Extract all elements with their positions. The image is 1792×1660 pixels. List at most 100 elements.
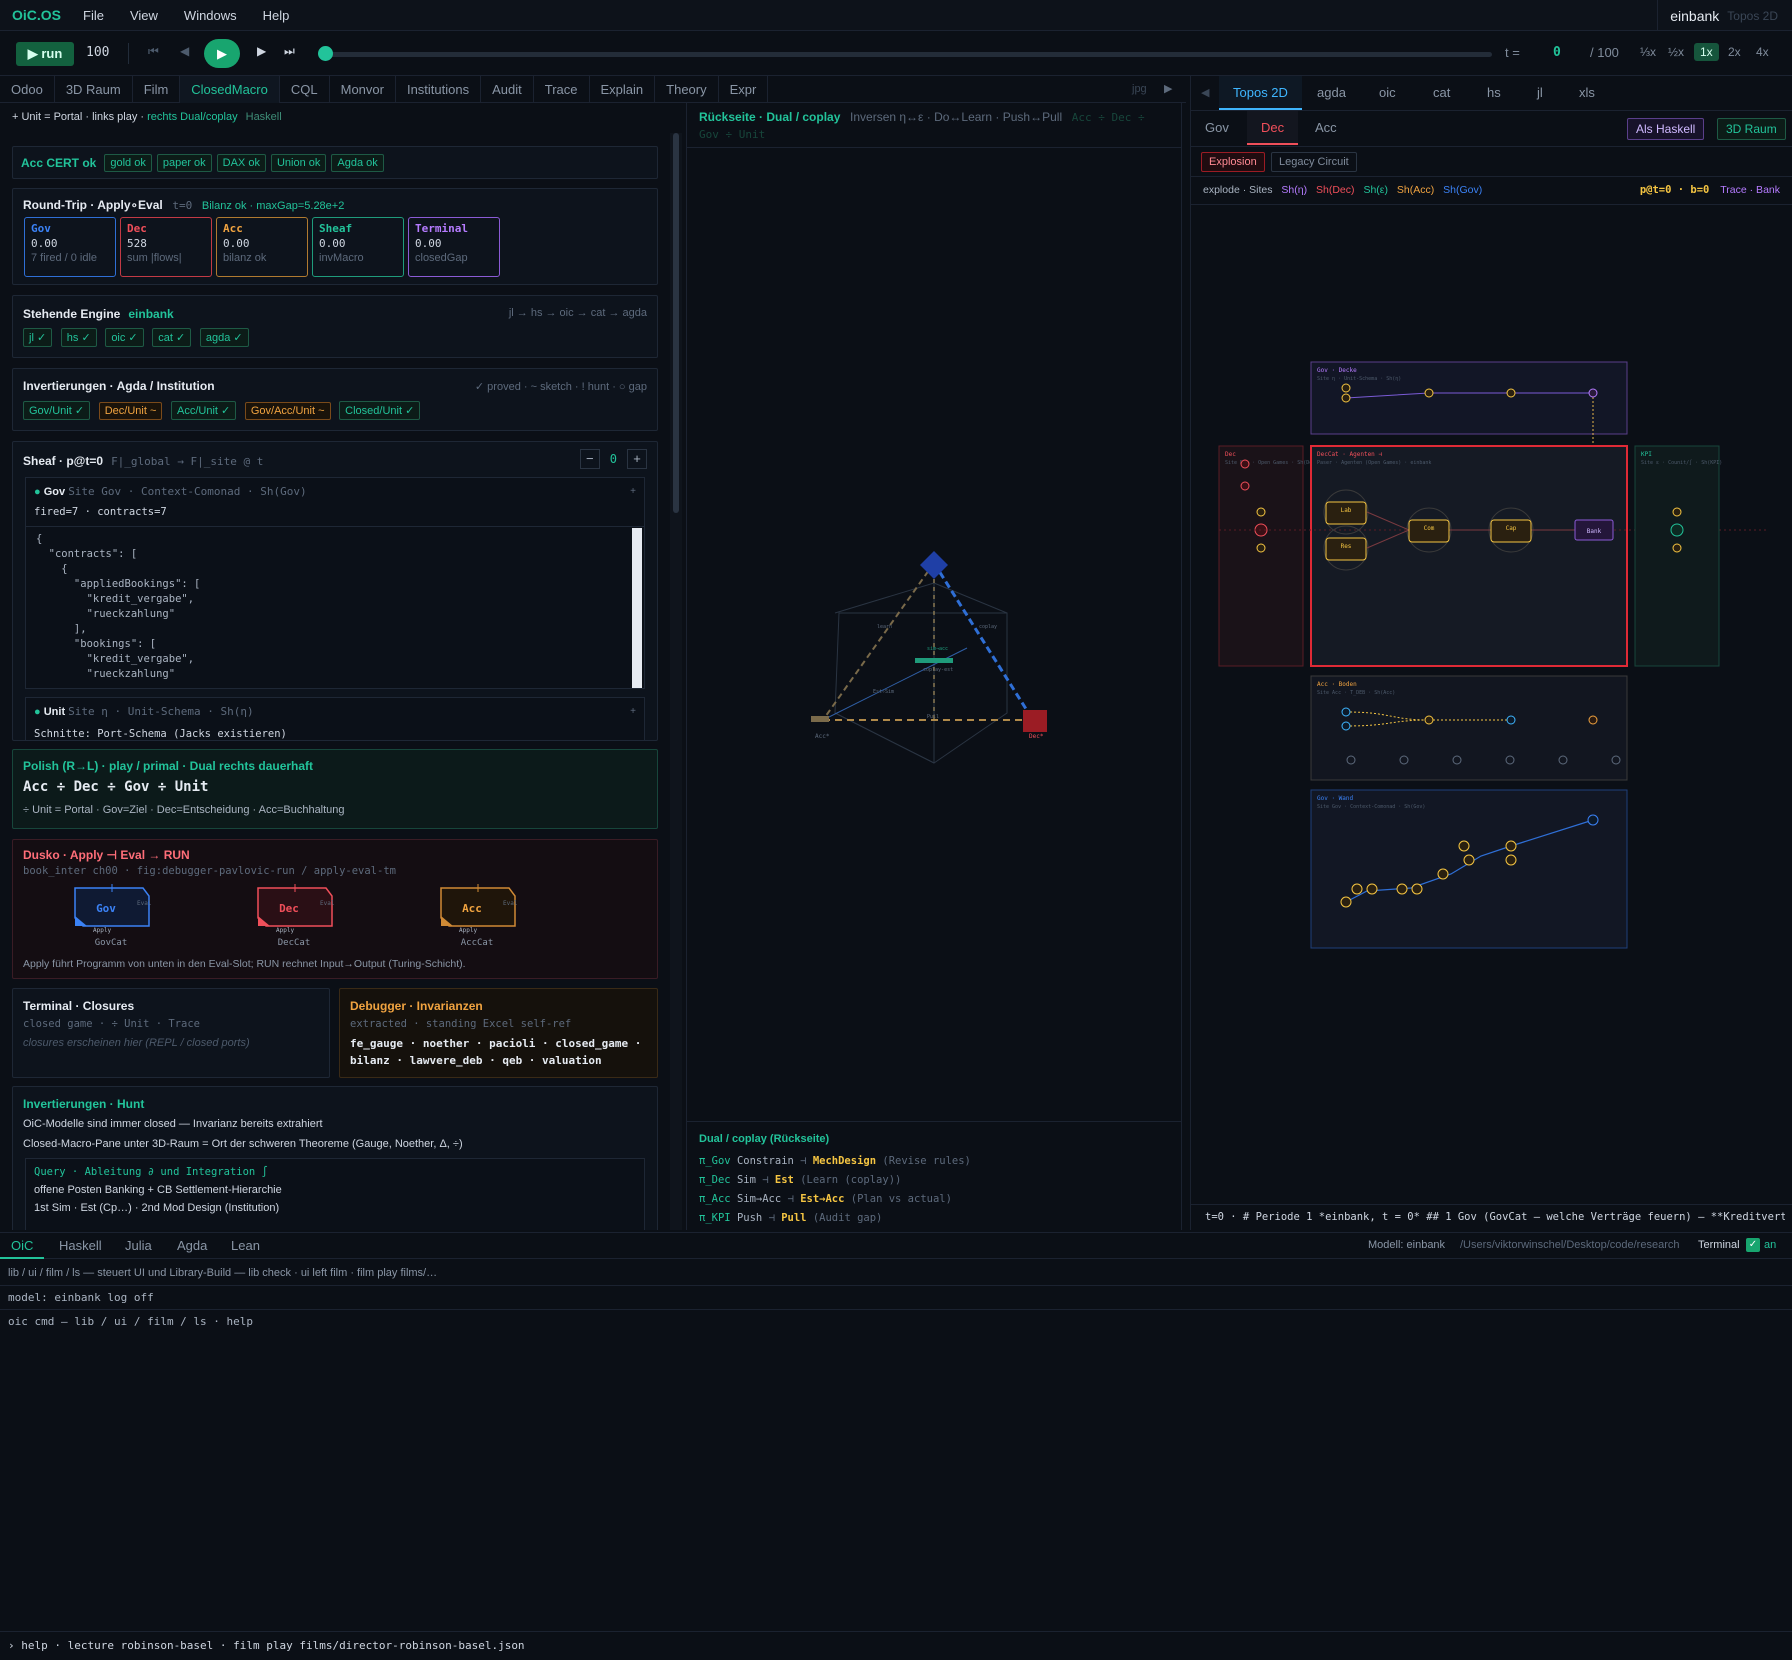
chip-oic[interactable]: oic ✓	[105, 328, 144, 347]
chip-acc-unit[interactable]: Acc/Unit ✓	[171, 401, 237, 420]
gov-deck-panel[interactable]	[1310, 361, 1628, 435]
tab-trace[interactable]: Trace	[534, 76, 590, 103]
chip-agda-engine[interactable]: agda ✓	[199, 328, 249, 347]
node[interactable]	[1424, 715, 1434, 725]
node[interactable]	[1506, 715, 1516, 725]
chip-cat[interactable]: cat ✓	[152, 328, 192, 347]
json-scrollbar[interactable]	[632, 528, 642, 688]
menu-windows[interactable]: Windows	[184, 8, 237, 23]
speed-third[interactable]: ⅓x	[1640, 45, 1656, 59]
subtab-gov[interactable]: Gov	[1191, 111, 1243, 145]
subtab-acc[interactable]: Acc	[1301, 111, 1351, 145]
node[interactable]	[1341, 393, 1351, 403]
node[interactable]	[1256, 507, 1266, 517]
unit-expand-icon[interactable]: +	[630, 706, 636, 717]
node[interactable]	[1240, 481, 1250, 491]
node[interactable]	[1340, 896, 1352, 908]
node[interactable]	[1672, 543, 1682, 553]
chip-gov-unit[interactable]: Gov/Unit ✓	[23, 401, 91, 420]
chip-agda[interactable]: Agda ok	[331, 153, 384, 172]
node[interactable]	[1505, 854, 1517, 866]
timeline-track[interactable]	[324, 52, 1492, 57]
node[interactable]	[1437, 868, 1449, 880]
tab-agda[interactable]: agda	[1303, 76, 1360, 110]
node[interactable]	[1240, 459, 1250, 469]
gov-wand-panel[interactable]	[1310, 789, 1628, 949]
menu-view[interactable]: View	[130, 8, 158, 23]
node[interactable]	[1341, 721, 1351, 731]
node[interactable]	[1424, 388, 1434, 398]
legacy-circuit-button[interactable]: Legacy Circuit	[1271, 152, 1357, 172]
as-haskell-button[interactable]: Als Haskell	[1627, 118, 1705, 140]
tab-explain[interactable]: Explain	[590, 76, 656, 103]
tab-audit[interactable]: Audit	[481, 76, 534, 103]
node[interactable]	[1341, 383, 1351, 393]
node[interactable]	[1341, 707, 1351, 717]
dec-panel[interactable]	[1218, 445, 1304, 667]
tab-cql[interactable]: CQL	[280, 76, 330, 103]
node[interactable]	[1587, 814, 1599, 826]
tab-xls[interactable]: xls	[1565, 76, 1609, 110]
chip-closed-unit[interactable]: Closed/Unit ✓	[339, 401, 421, 420]
speed-1x[interactable]: 1x	[1694, 43, 1719, 61]
tab-jl[interactable]: jl	[1523, 76, 1557, 110]
node[interactable]	[1458, 840, 1470, 852]
console-tab-agda[interactable]: Agda	[166, 1233, 218, 1259]
node[interactable]	[1672, 507, 1682, 517]
speed-2x[interactable]: 2x	[1728, 45, 1741, 59]
tab-topos-2d[interactable]: Topos 2D	[1219, 76, 1302, 110]
tab-odoo[interactable]: Odoo	[0, 76, 55, 103]
trace-bank-link[interactable]: Trace · Bank	[1720, 184, 1780, 196]
play-button[interactable]: ▶	[204, 39, 240, 68]
chip-gov-acc-unit[interactable]: Gov/Acc/Unit ~	[244, 402, 331, 420]
box-dec[interactable]: Dec 528 sum |flows|	[120, 217, 212, 277]
gov-expand-icon[interactable]: +	[630, 486, 636, 497]
console-tab-oic[interactable]: OiC	[0, 1233, 45, 1259]
tab-monvor[interactable]: Monvor	[330, 76, 396, 103]
skip-start-icon[interactable]: ⏮	[148, 44, 159, 59]
run-button[interactable]: ▶ run	[16, 42, 74, 66]
console-tab-haskell[interactable]: Haskell	[48, 1233, 113, 1259]
box-gov[interactable]: Gov 0.00 7 fired / 0 idle	[24, 217, 116, 277]
3d-raum-button[interactable]: 3D Raum	[1717, 118, 1786, 140]
step-forward-icon[interactable]: ▶	[257, 44, 266, 58]
tab-film[interactable]: Film	[133, 76, 181, 103]
node[interactable]	[1588, 388, 1598, 398]
gov-vertex[interactable]	[920, 551, 948, 579]
chip-hs[interactable]: hs ✓	[60, 328, 97, 347]
subtab-dec[interactable]: Dec	[1247, 111, 1299, 145]
box-sheaf[interactable]: Sheaf 0.00 invMacro	[312, 217, 404, 277]
chip-paper[interactable]: paper ok	[156, 153, 212, 172]
chip-dec-unit[interactable]: Dec/Unit ~	[98, 402, 163, 420]
kpi-panel[interactable]	[1634, 445, 1720, 667]
acc-vertex[interactable]	[811, 716, 829, 722]
chip-union[interactable]: Union ok	[270, 153, 327, 172]
tab-hs[interactable]: hs	[1473, 76, 1515, 110]
skip-end-icon[interactable]: ⏭	[284, 44, 295, 59]
left-pane-scrollbar[interactable]	[670, 133, 682, 1230]
collapse-arrow-icon[interactable]: ▶	[1164, 76, 1172, 103]
dec-vertex[interactable]	[1023, 710, 1047, 732]
step-back-icon[interactable]: ◀	[180, 44, 189, 58]
console-prompt[interactable]: › help · lecture robinson-basel · film p…	[8, 1639, 525, 1652]
explosion-button[interactable]: Explosion	[1201, 152, 1265, 172]
tab-theory[interactable]: Theory	[655, 76, 719, 103]
scroll-thumb[interactable]	[673, 133, 679, 513]
step-count[interactable]: 100	[86, 45, 109, 60]
node[interactable]	[1588, 715, 1598, 725]
box-terminal[interactable]: Terminal 0.00 closedGap	[408, 217, 500, 277]
menu-help[interactable]: Help	[263, 8, 290, 23]
node[interactable]	[1256, 543, 1266, 553]
tab-cat[interactable]: cat	[1419, 76, 1464, 110]
chip-dax[interactable]: DAX ok	[216, 153, 266, 172]
tab-oic[interactable]: oic	[1365, 76, 1410, 110]
terminal-checkbox[interactable]: ✓	[1746, 1238, 1760, 1252]
chip-jl[interactable]: jl ✓	[23, 328, 53, 347]
node[interactable]	[1366, 883, 1378, 895]
chip-gold[interactable]: gold ok	[104, 153, 152, 172]
box-acc[interactable]: Acc 0.00 bilanz ok	[216, 217, 308, 277]
collapse-left-icon[interactable]: ◀	[1201, 86, 1209, 99]
console-tab-lean[interactable]: Lean	[220, 1233, 271, 1259]
node[interactable]	[1463, 854, 1475, 866]
speed-half[interactable]: ½x	[1668, 45, 1684, 59]
